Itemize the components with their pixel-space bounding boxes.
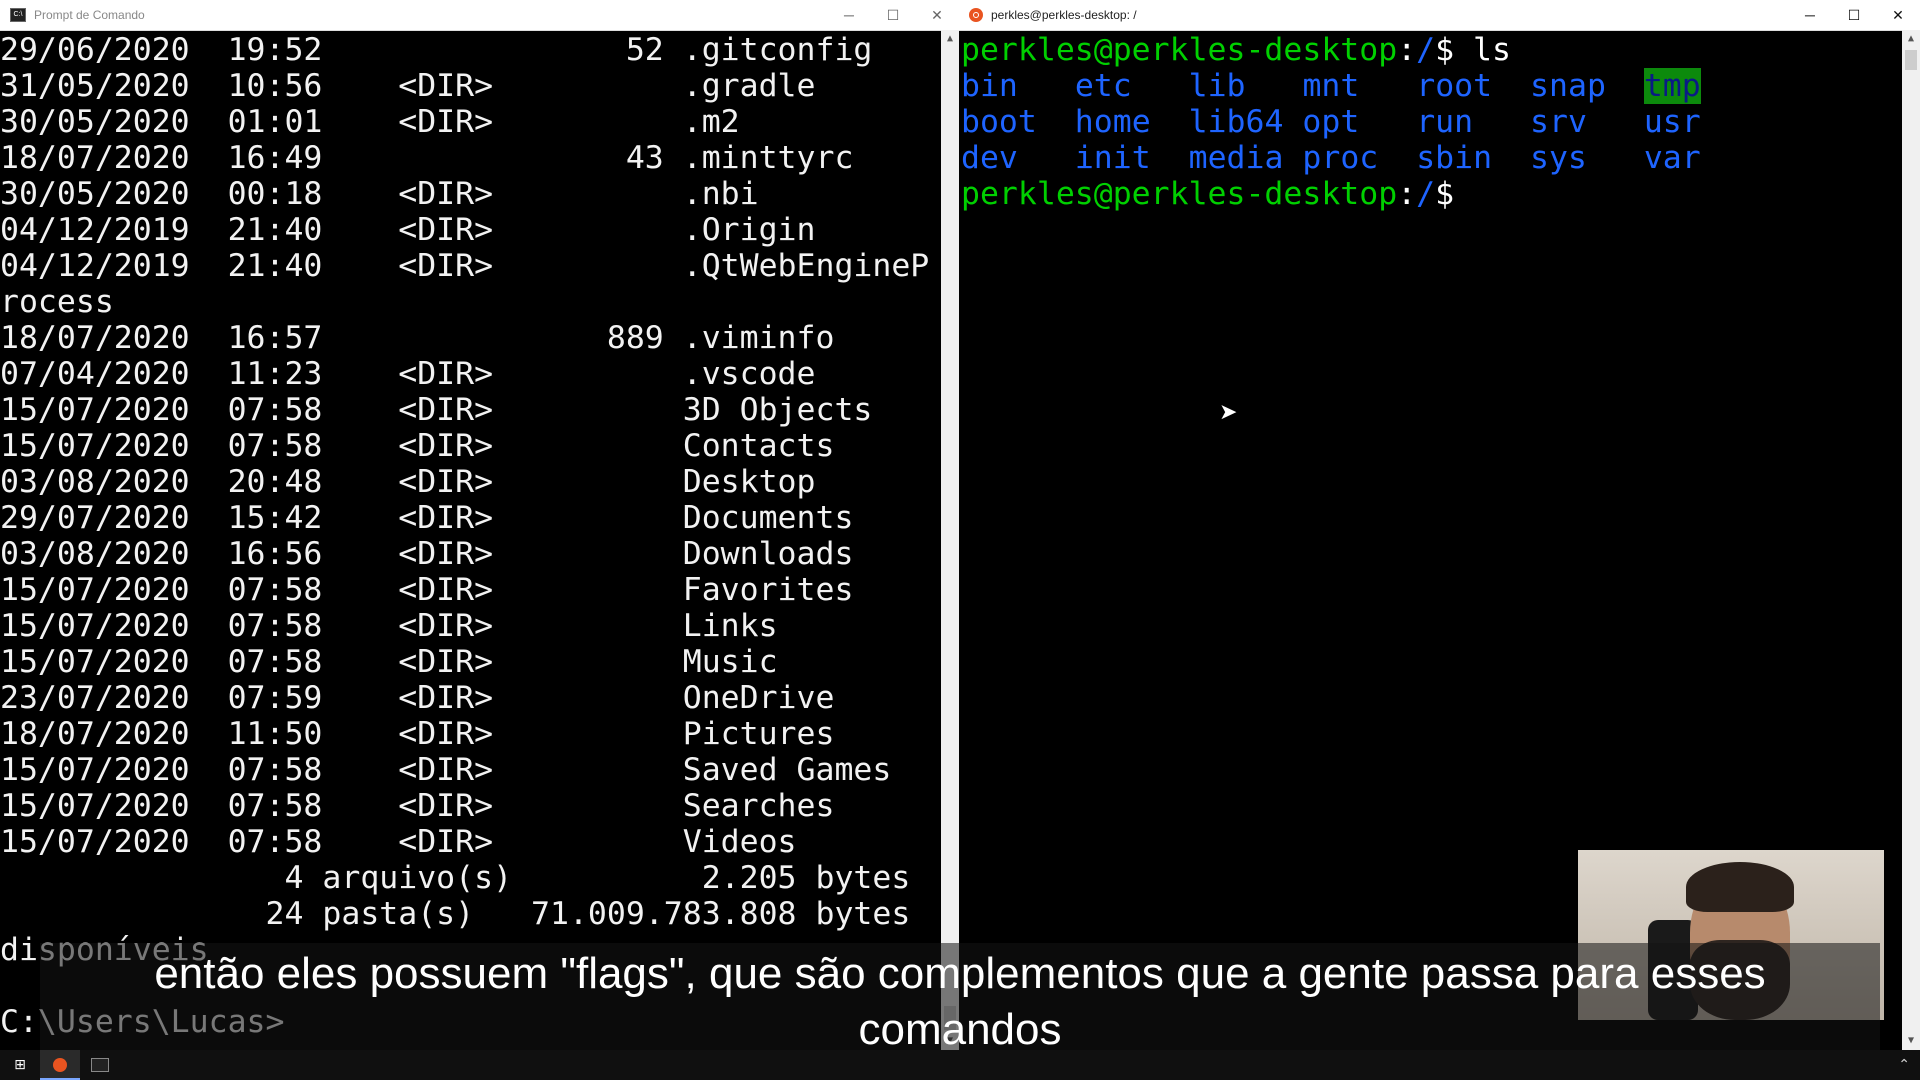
directory-entry: boot xyxy=(961,104,1037,140)
cmd-titlebar[interactable]: C:\ Prompt de Comando ─ ☐ ✕ xyxy=(0,0,959,31)
cmd-output-line: 29/06/2020 19:52 52 .gitconfig xyxy=(0,32,873,68)
directory-entry: tmp xyxy=(1643,68,1701,104)
wsl-titlebar[interactable]: perkles@perkles-desktop: / ─ ☐ ✕ xyxy=(959,0,1920,31)
directory-entry: init xyxy=(1074,140,1151,176)
chevron-up-icon[interactable]: ⌃ xyxy=(1898,1050,1910,1080)
cmd-scrollbar[interactable]: ▲ ▼ xyxy=(941,30,959,1050)
directory-entry: etc xyxy=(1074,68,1132,104)
cmd-output-line: 31/05/2020 10:56 <DIR> .gradle xyxy=(0,68,816,104)
prompt-separator: : xyxy=(1397,176,1417,212)
wsl-scrollbar[interactable]: ▲ ▼ xyxy=(1902,30,1920,1050)
ls-output-row: bin etc lib mnt root snap tmp xyxy=(961,68,1701,104)
prompt-command: $ ls xyxy=(1435,32,1511,68)
directory-entry: bin xyxy=(961,68,1018,104)
directory-entry: dev xyxy=(961,140,1018,176)
cmd-output-line: 15/07/2020 07:58 <DIR> Searches xyxy=(0,788,835,824)
prompt-separator: : xyxy=(1397,32,1417,68)
directory-entry: sys xyxy=(1530,140,1587,176)
directory-entry: sbin xyxy=(1416,140,1493,176)
cmd-output-line: 15/07/2020 07:58 <DIR> Music xyxy=(0,644,778,680)
cmd-window[interactable]: C:\ Prompt de Comando ─ ☐ ✕ 29/06/2020 1… xyxy=(0,0,959,1050)
directory-entry: home xyxy=(1074,104,1151,140)
directory-entry: snap xyxy=(1530,68,1606,104)
cmd-taskbar-icon[interactable] xyxy=(80,1050,120,1080)
directory-entry: srv xyxy=(1530,104,1587,140)
prompt-command: $ xyxy=(1435,176,1455,212)
cmd-output-line: 04/12/2019 21:40 <DIR> .Origin xyxy=(0,212,816,248)
scroll-up-arrow-icon[interactable]: ▲ xyxy=(941,30,959,48)
presenter-hair xyxy=(1686,862,1794,912)
cmd-close-button[interactable]: ✕ xyxy=(915,7,959,24)
ls-output-row: dev init media proc sbin sys var xyxy=(961,140,1701,176)
cmd-output-line: 29/07/2020 15:42 <DIR> Documents xyxy=(0,500,854,536)
scroll-up-arrow-icon[interactable]: ▲ xyxy=(1902,30,1920,48)
wsl-terminal-output[interactable]: perkles@perkles-desktop:/$ ls bin etc lib… xyxy=(961,32,1701,212)
ls-output-row: boot home lib64 opt run srv usr xyxy=(961,104,1701,140)
cmd-output-line: 18/07/2020 11:50 <DIR> Pictures xyxy=(0,716,835,752)
directory-entry: lib64 xyxy=(1188,104,1284,140)
cmd-maximize-button[interactable]: ☐ xyxy=(871,7,915,24)
cmd-output-line: 30/05/2020 00:18 <DIR> .nbi xyxy=(0,176,759,212)
prompt-user: perkles@perkles-desktop xyxy=(961,176,1398,212)
cmd-output-line: 15/07/2020 07:58 <DIR> Favorites xyxy=(0,572,854,608)
cmd-minimize-button[interactable]: ─ xyxy=(827,7,871,23)
scroll-thumb[interactable] xyxy=(1905,50,1917,70)
directory-entry: mnt xyxy=(1302,68,1360,104)
cmd-output-line: 03/08/2020 20:48 <DIR> Desktop xyxy=(0,464,816,500)
cmd-output-line: 23/07/2020 07:59 <DIR> OneDrive xyxy=(0,680,835,716)
directory-entry: opt xyxy=(1302,104,1360,140)
cmd-terminal-output[interactable]: 29/06/2020 19:52 52 .gitconfig 31/05/2020… xyxy=(0,32,929,1040)
cmd-output-line: 4 arquivo(s) 2.205 bytes xyxy=(0,860,911,896)
directory-entry: media xyxy=(1188,140,1284,176)
directory-entry: usr xyxy=(1643,104,1701,140)
cmd-output-line: rocess xyxy=(0,284,114,320)
ubuntu-icon xyxy=(969,8,983,22)
prompt-user: perkles@perkles-desktop xyxy=(961,32,1398,68)
cmd-output-line: 24 pasta(s) 71.009.783.808 bytes xyxy=(0,896,911,932)
cmd-output-line: 15/07/2020 07:58 <DIR> 3D Objects xyxy=(0,392,873,428)
cmd-icon: C:\ xyxy=(10,8,26,22)
shell-prompt-line: perkles@perkles-desktop:/$ ls xyxy=(961,32,1701,68)
cmd-output-line: 03/08/2020 16:56 <DIR> Downloads xyxy=(0,536,854,572)
cmd-output-line: 15/07/2020 07:58 <DIR> Links xyxy=(0,608,778,644)
directory-entry: var xyxy=(1643,140,1701,176)
cmd-output-line: 15/07/2020 07:58 <DIR> Contacts xyxy=(0,428,835,464)
cmd-output-line: 04/12/2019 21:40 <DIR> .QtWebEngineP xyxy=(0,248,930,284)
ubuntu-taskbar-icon[interactable] xyxy=(40,1050,80,1080)
directory-entry: root xyxy=(1416,68,1493,104)
cmd-output-line: 18/07/2020 16:49 43 .minttyrc xyxy=(0,140,854,176)
prompt-path: / xyxy=(1416,176,1436,212)
cmd-window-title: Prompt de Comando xyxy=(34,8,145,22)
directory-entry: run xyxy=(1416,104,1474,140)
cmd-output-line: 30/05/2020 01:01 <DIR> .m2 xyxy=(0,104,740,140)
subtitle-line-1: então eles possuem "flags", que são comp… xyxy=(154,949,1766,998)
wsl-window-title: perkles@perkles-desktop: / xyxy=(991,8,1137,22)
shell-prompt-line: perkles@perkles-desktop:/$ xyxy=(961,176,1701,212)
subtitle: então eles possuem "flags", que são comp… xyxy=(0,946,1920,1058)
prompt-path: / xyxy=(1416,32,1436,68)
windows-start-icon[interactable]: ⊞ xyxy=(0,1050,40,1080)
directory-entry: lib xyxy=(1188,68,1246,104)
taskbar: ⊞ ⌃ xyxy=(0,1050,1920,1080)
mouse-pointer-icon: ➤ xyxy=(1219,400,1238,425)
wsl-minimize-button[interactable]: ─ xyxy=(1788,7,1832,23)
wsl-close-button[interactable]: ✕ xyxy=(1876,7,1920,24)
wsl-maximize-button[interactable]: ☐ xyxy=(1832,7,1876,24)
directory-entry: proc xyxy=(1302,140,1379,176)
cmd-output-line: 18/07/2020 16:57 889 .viminfo xyxy=(0,320,835,356)
cmd-output-line: 07/04/2020 11:23 <DIR> .vscode xyxy=(0,356,816,392)
cmd-output-line: 15/07/2020 07:58 <DIR> Saved Games xyxy=(0,752,892,788)
cmd-output-line: 15/07/2020 07:58 <DIR> Videos xyxy=(0,824,797,860)
